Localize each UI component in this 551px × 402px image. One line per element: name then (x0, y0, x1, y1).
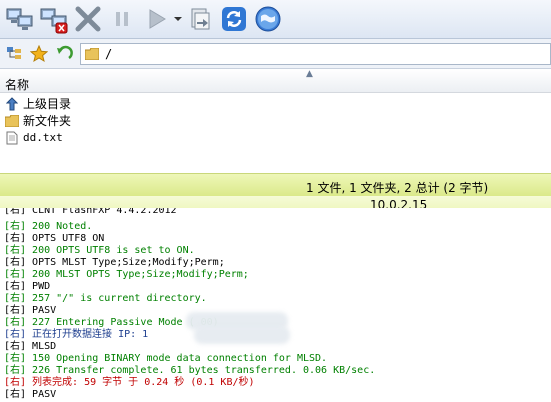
log-line: [右] CLNT FlashFXP 4.4.2.2012 (4, 208, 177, 216)
globe-icon[interactable] (251, 2, 285, 36)
log-panel[interactable]: [右] CLNT FlashFXP 4.4.2.2012 [右] 200 Not… (0, 208, 551, 402)
list-item-label: 新文件夹 (23, 114, 72, 128)
main-toolbar (0, 0, 551, 39)
status-bar-summary: 1 文件, 1 文件夹, 2 总计 (2 字节) (0, 173, 551, 196)
dropdown-arrow-icon[interactable] (173, 2, 183, 36)
up-arrow-icon (4, 96, 20, 111)
list-item-label: 上级目录 (23, 97, 72, 111)
log-line: [右] PASV (4, 389, 57, 400)
list-item-folder[interactable]: 新文件夹 (0, 112, 71, 129)
path-input[interactable]: / (80, 43, 551, 65)
folder-icon (4, 113, 20, 128)
play-icon[interactable] (139, 2, 173, 36)
favorites-star-icon[interactable] (28, 43, 50, 65)
file-list: 上级目录 新文件夹 dd.txt (0, 93, 551, 173)
path-value: / (105, 47, 113, 61)
list-item-file[interactable]: dd.txt (0, 129, 63, 146)
tree-view-icon[interactable] (3, 43, 25, 65)
path-bar: / (0, 39, 551, 69)
column-name[interactable]: 名称 (5, 76, 29, 93)
transfer-icon[interactable] (183, 2, 217, 36)
pause-icon[interactable] (105, 2, 139, 36)
folder-icon (85, 48, 99, 60)
disconnect-icon[interactable] (37, 2, 71, 36)
list-item-parent-dir[interactable]: 上级目录 (0, 95, 71, 112)
sort-indicator-icon: ▲ (306, 69, 313, 79)
back-arrow-icon[interactable] (53, 43, 75, 65)
file-icon (4, 130, 20, 145)
redaction-blur (194, 326, 290, 344)
list-item-label: dd.txt (23, 131, 63, 144)
close-icon[interactable] (71, 2, 105, 36)
connect-icon[interactable] (3, 2, 37, 36)
file-list-header: ▲ 名称 (0, 69, 551, 93)
refresh-icon[interactable] (217, 2, 251, 36)
status-summary-text: 1 文件, 1 文件夹, 2 总计 (2 字节) (306, 181, 489, 195)
